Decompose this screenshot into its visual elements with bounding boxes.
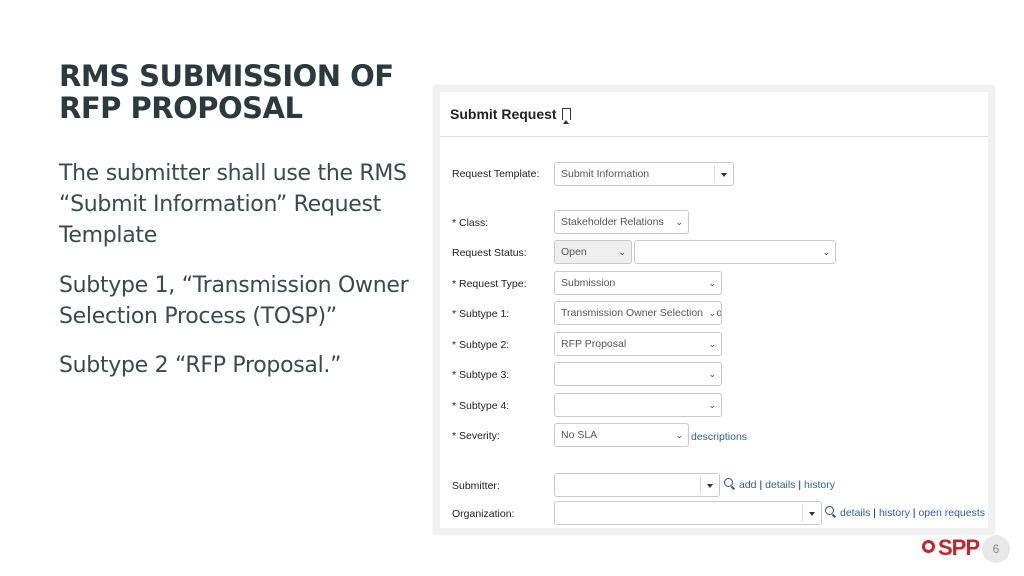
subtype-2-value: RFP Proposal xyxy=(561,338,627,350)
organization-links: details | history | open requests xyxy=(825,506,985,519)
dropdown-caret-icon[interactable] xyxy=(809,512,815,516)
link-separator: | xyxy=(798,479,802,491)
combobox-separator xyxy=(714,165,715,183)
paragraph-subtype-1: Subtype 1, “Transmission Owner Selection… xyxy=(59,273,409,329)
chevron-down-icon: ⌄ xyxy=(822,247,830,257)
request-status-select[interactable]: Open ⌄ xyxy=(554,240,632,264)
chevron-down-icon: ⌄ xyxy=(618,247,626,257)
chevron-down-icon: ⌄ xyxy=(706,302,716,324)
class-value: Stakeholder Relations xyxy=(561,216,664,228)
submitter-links: add | details | history xyxy=(724,478,835,491)
subtype-1-label: * Subtype 1: xyxy=(452,308,510,320)
request-status-value: Open xyxy=(561,246,587,258)
slide-title-line-2: RFP PROPOSAL xyxy=(59,91,303,125)
subtype-2-select[interactable]: RFP Proposal ⌄ xyxy=(554,332,722,356)
request-type-select[interactable]: Submission ⌄ xyxy=(554,271,722,295)
subtype-3-label: * Subtype 3: xyxy=(452,369,510,381)
spp-logo-text: SPP xyxy=(938,535,980,560)
combobox-separator xyxy=(802,504,803,522)
panel-heading-text: Submit Request xyxy=(450,106,557,122)
request-template-label: Request Template: xyxy=(452,168,540,180)
organization-combobox[interactable] xyxy=(554,501,822,525)
severity-label: * Severity: xyxy=(452,430,500,442)
search-icon[interactable] xyxy=(724,478,733,487)
spp-logo: SPP xyxy=(922,535,980,561)
slide-title: RMS SUBMISSION OF RFP PROPOSAL xyxy=(59,60,439,124)
chevron-down-icon: ⌄ xyxy=(708,400,716,410)
class-select[interactable]: Stakeholder Relations ⌄ xyxy=(554,210,689,234)
subtype-4-select[interactable]: ⌄ xyxy=(554,393,722,417)
paragraph-template: The submitter shall use the RMS “Submit … xyxy=(59,161,407,248)
submitter-history-link[interactable]: history xyxy=(804,479,835,491)
severity-select[interactable]: No SLA ⌄ xyxy=(554,423,689,447)
link-separator: | xyxy=(912,507,916,519)
organization-label: Organization: xyxy=(452,508,515,520)
request-status-label: Request Status: xyxy=(452,247,527,259)
request-status-substatus-select[interactable]: ⌄ xyxy=(634,240,836,264)
submitter-details-link[interactable]: details xyxy=(765,479,795,491)
subtype-1-value: Transmission Owner Selection Proc xyxy=(561,307,722,319)
organization-details-link[interactable]: details xyxy=(840,507,870,519)
chevron-down-icon: ⌄ xyxy=(708,278,716,288)
organization-history-link[interactable]: history xyxy=(879,507,910,519)
submitter-label: Submitter: xyxy=(452,480,500,492)
submitter-combobox[interactable] xyxy=(554,473,720,497)
chevron-down-icon: ⌄ xyxy=(675,217,683,227)
link-separator: | xyxy=(759,479,763,491)
subtype-1-select[interactable]: Transmission Owner Selection Proc ⌄ xyxy=(554,301,722,325)
request-template-combobox[interactable]: Submit Information xyxy=(554,162,734,186)
combobox-separator xyxy=(700,476,701,494)
subtype-3-select[interactable]: ⌄ xyxy=(554,362,722,386)
spp-logo-mark-icon xyxy=(922,540,935,553)
request-type-value: Submission xyxy=(561,277,616,289)
class-label: * Class: xyxy=(452,217,489,229)
slide-title-line-1: RMS SUBMISSION OF xyxy=(59,59,394,93)
dropdown-caret-icon[interactable] xyxy=(707,484,713,488)
heading-divider xyxy=(440,136,988,137)
chevron-down-icon: ⌄ xyxy=(675,430,683,440)
bookmark-icon[interactable] xyxy=(561,108,571,124)
page-number: 6 xyxy=(982,535,1010,563)
severity-value: No SLA xyxy=(561,429,598,441)
descriptions-link[interactable]: descriptions xyxy=(691,431,747,443)
request-type-label: * Request Type: xyxy=(452,278,527,290)
link-separator: | xyxy=(873,507,877,519)
chevron-down-icon: ⌄ xyxy=(708,369,716,379)
dropdown-caret-icon[interactable] xyxy=(721,173,727,177)
paragraph-subtype-2: Subtype 2 “RFP Proposal.” xyxy=(59,353,342,378)
subtype-4-label: * Subtype 4: xyxy=(452,400,510,412)
submitter-add-link[interactable]: add xyxy=(739,479,757,491)
organization-open-requests-link[interactable]: open requests xyxy=(918,507,985,519)
submit-request-panel: Submit Request Request Template: Submit … xyxy=(440,92,988,528)
panel-heading: Submit Request xyxy=(450,106,571,124)
chevron-down-icon: ⌄ xyxy=(708,339,716,349)
subtype-2-label: * Subtype 2: xyxy=(452,339,510,351)
request-template-value: Submit Information xyxy=(561,168,650,180)
search-icon[interactable] xyxy=(825,506,834,515)
